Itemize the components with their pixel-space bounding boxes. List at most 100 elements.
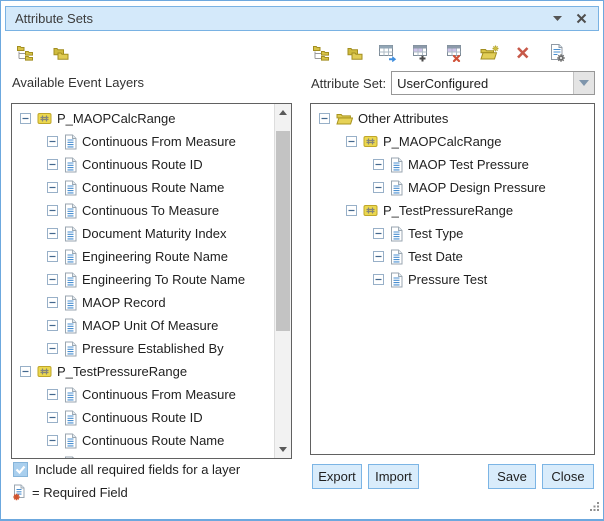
tree-item[interactable]: Document Maturity Index [12,222,274,245]
check-icon [15,465,26,474]
collapse-expander-icon[interactable] [47,159,58,170]
export-button[interactable]: Export [312,464,362,489]
collapse-expander-icon[interactable] [47,205,58,216]
document-icon [64,226,77,242]
tree-item[interactable]: Continuous To Measure [12,199,274,222]
required-field-legend: = Required Field [12,484,128,501]
collapse-expander-icon[interactable] [47,320,58,331]
new-attribute-set-button[interactable] [476,40,504,66]
tree-item[interactable]: Continuous From Measure [12,383,274,406]
document-icon [64,134,77,150]
collapse-expander-icon[interactable] [373,251,384,262]
tree-item[interactable]: Continuous Route Name [12,429,274,452]
tree-item[interactable]: P_MAOPCalcRange [12,107,274,130]
resize-grip[interactable] [590,498,600,516]
collapse-expander-icon[interactable] [346,205,357,216]
expand-all-button[interactable] [307,40,335,66]
tree-item-label: P_TestPressureRange [383,203,513,218]
collapse-expander-icon[interactable] [20,366,31,377]
tree-item[interactable]: Pressure Test [311,268,594,291]
vertical-scrollbar[interactable] [274,104,291,458]
include-required-checkbox[interactable] [13,462,28,477]
collapse-expander-icon[interactable] [47,228,58,239]
left-toolbar [11,40,75,66]
combobox-dropdown-button[interactable] [573,72,594,94]
tree-item-label: MAOP Unit Of Measure [82,318,218,333]
tree-item[interactable]: MAOP Unit Of Measure [12,314,274,337]
close-icon[interactable] [573,11,589,27]
table-add-button[interactable] [408,40,436,66]
document-icon [64,456,77,460]
tree-item-label: Other Attributes [358,111,448,126]
collapse-expander-icon[interactable] [47,274,58,285]
tree-item-label: P_MAOPCalcRange [57,111,176,126]
attribute-set-tree: Other Attributes P_MAOPCalcRangeMAOP Test… [311,107,594,291]
collapse-expander-icon[interactable] [47,297,58,308]
collapse-all-button[interactable] [341,40,369,66]
event-layer-icon [363,203,378,218]
tree-item[interactable]: Continuous Route Name [12,176,274,199]
collapse-expander-icon[interactable] [47,458,58,459]
scroll-down-icon[interactable] [275,441,291,458]
document-icon [64,249,77,265]
save-button[interactable]: Save [488,464,536,489]
collapse-expander-icon[interactable] [373,182,384,193]
tree-item[interactable]: MAOP Test Pressure [311,153,594,176]
scrollbar-thumb[interactable] [276,131,290,331]
tree-item[interactable]: Engineering Route Name [12,245,274,268]
attribute-set-combobox[interactable]: UserConfigured [391,71,595,95]
collapse-expander-icon[interactable] [47,343,58,354]
tree-item[interactable]: Other Attributes [311,107,594,130]
collapse-all-icon [52,45,70,62]
collapse-expander-icon[interactable] [47,412,58,423]
collapse-expander-icon[interactable] [47,389,58,400]
tree-item-label: Engineering Route Name [82,249,228,264]
table-remove-icon [447,44,465,62]
collapse-expander-icon[interactable] [373,159,384,170]
tree-item[interactable]: Continuous Route ID [12,406,274,429]
tree-item[interactable]: Test Date [311,245,594,268]
tree-item-label: Continuous From Measure [82,387,236,402]
collapse-expander-icon[interactable] [47,136,58,147]
tree-item[interactable]: MAOP Record [12,291,274,314]
tree-item[interactable]: Engineering To Route Name [12,268,274,291]
import-button[interactable]: Import [368,464,419,489]
available-layers-heading: Available Event Layers [12,75,144,90]
collapse-expander-icon[interactable] [20,113,31,124]
document-icon [64,295,77,311]
collapse-all-button[interactable] [47,40,75,66]
tree-item-label: Continuous Route ID [82,157,203,172]
table-add-icon [413,44,431,62]
tree-item[interactable]: Test Type [311,222,594,245]
table-export-button[interactable] [374,40,402,66]
collapse-expander-icon[interactable] [373,228,384,239]
properties-button[interactable] [543,40,571,66]
collapse-expander-icon[interactable] [47,251,58,262]
attribute-set-panel: Other Attributes P_MAOPCalcRangeMAOP Test… [310,103,595,455]
scroll-up-icon[interactable] [275,104,291,121]
tree-item[interactable]: Continuous To Measure [12,452,274,459]
document-icon [64,203,77,219]
delete-button[interactable] [509,40,537,66]
menu-chevron-icon[interactable] [549,11,565,27]
tree-item-label: Continuous To Measure [82,203,219,218]
tree-item[interactable]: P_TestPressureRange [12,360,274,383]
collapse-expander-icon[interactable] [346,136,357,147]
table-export-icon [379,44,397,62]
event-layer-icon [37,111,52,126]
tree-item[interactable]: MAOP Design Pressure [311,176,594,199]
titlebar[interactable]: Attribute Sets [5,6,599,31]
collapse-expander-icon[interactable] [373,274,384,285]
include-required-label: Include all required fields for a layer [35,462,240,477]
tree-item[interactable]: Continuous From Measure [12,130,274,153]
tree-item[interactable]: Pressure Established By [12,337,274,360]
collapse-expander-icon[interactable] [319,113,330,124]
collapse-expander-icon[interactable] [47,182,58,193]
close-button[interactable]: Close [542,464,594,489]
table-remove-button[interactable] [442,40,470,66]
tree-item[interactable]: P_MAOPCalcRange [311,130,594,153]
expand-all-button[interactable] [11,40,39,66]
tree-item[interactable]: Continuous Route ID [12,153,274,176]
collapse-expander-icon[interactable] [47,435,58,446]
tree-item[interactable]: P_TestPressureRange [311,199,594,222]
